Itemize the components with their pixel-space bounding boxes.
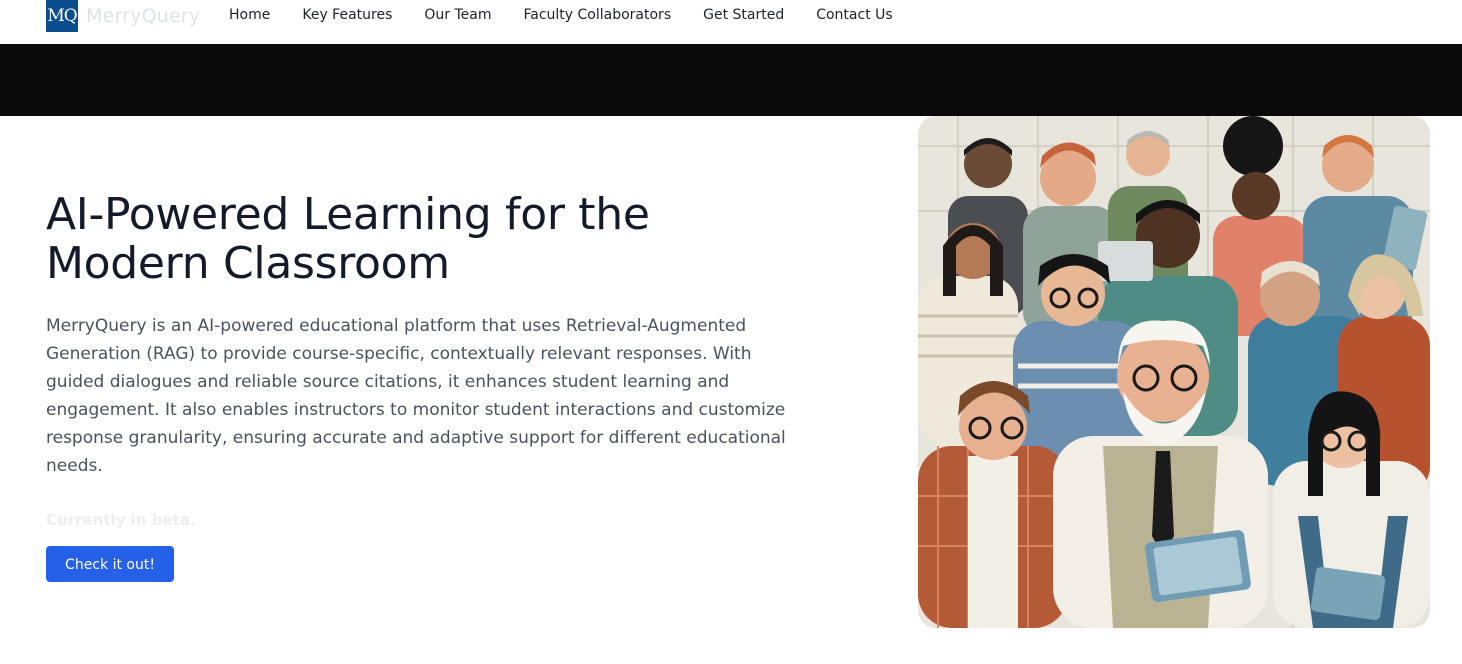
nav-contact-us[interactable]: Contact Us [800, 7, 908, 23]
classroom-illustration [918, 116, 1430, 628]
nav-home[interactable]: Home [213, 7, 286, 23]
check-it-out-button[interactable]: Check it out! [46, 546, 174, 582]
hero-section: AI-Powered Learning for the Modern Class… [46, 190, 816, 582]
nav-menu: Home Key Features Our Team Faculty Colla… [213, 0, 909, 30]
brand-link[interactable]: MQ MerryQuery [46, 0, 200, 32]
beta-note: Currently in beta. [46, 511, 196, 529]
nav-our-team[interactable]: Our Team [408, 7, 507, 23]
top-navbar: MQ MerryQuery Home Key Features Our Team… [0, 0, 1462, 44]
brand-logo: MQ [46, 0, 78, 32]
hero-title: AI-Powered Learning for the Modern Class… [46, 189, 650, 289]
hero-illustration [918, 116, 1430, 628]
nav-get-started[interactable]: Get Started [687, 7, 800, 23]
nav-key-features[interactable]: Key Features [286, 7, 408, 23]
dark-banner [0, 44, 1462, 116]
brand-name: MerryQuery [86, 5, 201, 27]
hero-description: MerryQuery is an AI-powered educational … [46, 316, 786, 476]
nav-faculty-collaborators[interactable]: Faculty Collaborators [507, 7, 687, 23]
